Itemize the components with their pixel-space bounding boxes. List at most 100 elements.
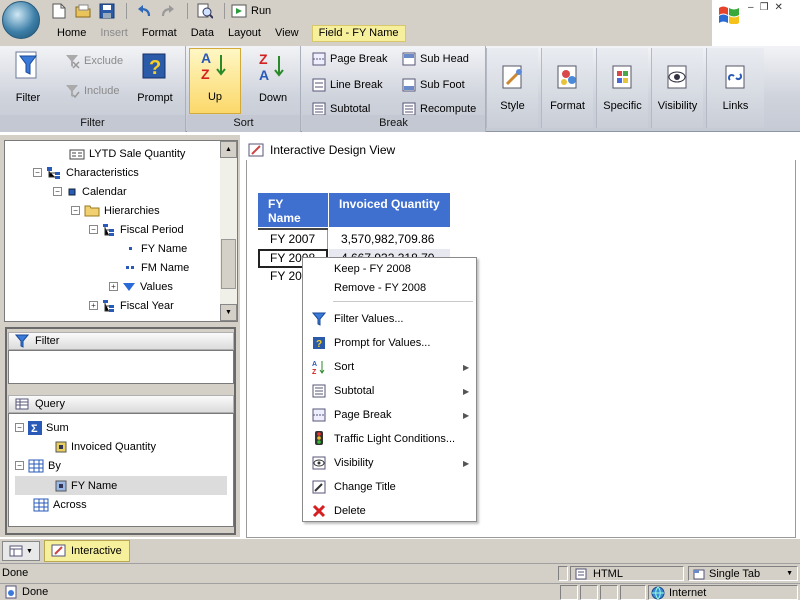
menu-format[interactable]: Format xyxy=(135,24,184,42)
query-across-node[interactable]: Across xyxy=(33,495,87,514)
measure-icon xyxy=(69,147,85,161)
tree-scrollbar[interactable]: ▲ ▼ xyxy=(220,141,237,321)
open-folder-icon[interactable] xyxy=(72,1,94,21)
column-header-invoiced-quantity[interactable]: Invoiced Quantity xyxy=(329,193,450,227)
menu-home[interactable]: Home xyxy=(50,24,93,42)
tab-interactive[interactable]: Interactive xyxy=(44,540,130,562)
table-cell-name[interactable]: FY 2007 xyxy=(258,230,328,249)
visibility-button[interactable]: Visibility xyxy=(651,48,703,128)
filter-button[interactable]: Filter xyxy=(6,50,50,110)
query-sum-field[interactable]: Invoiced Quantity xyxy=(55,437,156,456)
menu-item-sort[interactable]: A Z Sort ▶ xyxy=(304,356,475,378)
minimize-icon[interactable]: – xyxy=(748,2,754,13)
page-break-button[interactable]: Page Break xyxy=(312,50,387,68)
tree-item[interactable]: − Fiscal Period xyxy=(89,220,184,239)
tree-item[interactable]: + Values xyxy=(109,277,173,296)
sort-down-button[interactable]: ZA Down xyxy=(249,50,297,110)
query-by-field-selected[interactable] xyxy=(15,476,227,495)
tree-item[interactable]: + Fiscal Year xyxy=(89,296,174,315)
scroll-up-icon[interactable]: ▲ xyxy=(220,141,237,158)
menu-layout[interactable]: Layout xyxy=(221,24,268,42)
undo-icon[interactable] xyxy=(133,1,155,21)
view-switch-dropdown[interactable]: ▼ xyxy=(2,541,40,561)
tree-item[interactable]: − Characteristics xyxy=(33,163,139,182)
links-button[interactable]: Links xyxy=(706,48,764,128)
collapse-icon[interactable]: − xyxy=(89,225,98,234)
preview-icon[interactable] xyxy=(194,1,216,21)
subtotal-label: Subtotal xyxy=(330,103,371,115)
redo-icon[interactable] xyxy=(157,1,179,21)
scroll-down-icon[interactable]: ▼ xyxy=(220,304,237,321)
expand-icon[interactable]: + xyxy=(109,282,118,291)
menu-view[interactable]: View xyxy=(268,24,306,42)
bottom-tab-bar: ▼ Interactive xyxy=(0,538,800,563)
tree-item[interactable]: FM Name xyxy=(125,258,189,277)
hierarchy-level-icon xyxy=(102,223,116,237)
include-button[interactable]: Include xyxy=(64,82,119,100)
collapse-icon[interactable]: − xyxy=(15,461,24,470)
collapse-icon[interactable]: − xyxy=(53,187,62,196)
menu-data[interactable]: Data xyxy=(184,24,221,42)
app-globe-icon[interactable] xyxy=(2,1,40,39)
tree-item[interactable]: LYTD Sale Quantity xyxy=(69,144,185,163)
query-by-field-label: FY Name xyxy=(71,479,118,492)
toolbar-separator xyxy=(224,3,225,19)
query-by-field[interactable]: FY Name xyxy=(55,476,117,495)
table-cell-value[interactable]: 3,570,982,709.86 xyxy=(329,230,450,249)
menu-item-change-title[interactable]: Change Title xyxy=(304,476,475,498)
menu-item-filter-values[interactable]: Filter Values... xyxy=(304,308,475,330)
sub-foot-button[interactable]: Sub Foot xyxy=(402,76,465,94)
tree-item[interactable]: FY Name xyxy=(125,239,187,258)
filter-funnel-icon xyxy=(12,50,44,82)
line-break-button[interactable]: Line Break xyxy=(312,76,383,94)
sort-down-label: Down xyxy=(258,92,288,104)
security-zone-label: Internet xyxy=(669,586,707,599)
query-sum-node[interactable]: − Σ Sum xyxy=(15,418,69,437)
menu-item-delete[interactable]: Delete xyxy=(304,500,475,522)
sub-head-button[interactable]: Sub Head xyxy=(402,50,469,68)
subtotal-button[interactable]: Subtotal xyxy=(312,102,370,116)
sort-az-icon: AZ xyxy=(304,359,334,375)
tree-item[interactable]: − Hierarchies xyxy=(71,201,160,220)
sort-up-button[interactable]: AZ Up xyxy=(189,48,241,114)
menu-item-subtotal[interactable]: Subtotal ▶ xyxy=(304,380,475,402)
query-by-node[interactable]: − By xyxy=(15,456,61,475)
column-header-fy-name[interactable]: FY Name xyxy=(258,193,328,227)
tab-mode-selector[interactable]: Single Tab ▼ xyxy=(688,566,798,581)
scroll-thumb[interactable] xyxy=(221,239,236,289)
exclude-button[interactable]: Exclude xyxy=(64,52,123,70)
run-button[interactable]: Run xyxy=(231,1,271,21)
format-button[interactable]: Format xyxy=(541,48,593,128)
expand-icon[interactable]: + xyxy=(89,301,98,310)
save-icon[interactable] xyxy=(96,1,118,21)
specific-button[interactable]: Specific xyxy=(596,48,648,128)
close-icon[interactable]: ✕ xyxy=(775,2,783,13)
menu-insert[interactable]: Insert xyxy=(93,24,135,42)
collapse-icon[interactable]: − xyxy=(33,168,42,177)
menu-item-visibility[interactable]: Visibility ▶ xyxy=(304,452,475,474)
menu-item-traffic-light[interactable]: Traffic Light Conditions... xyxy=(304,428,475,450)
tree-item[interactable]: − Calendar xyxy=(53,182,127,201)
tab-field-context[interactable]: Field - FY Name xyxy=(311,24,406,42)
new-document-icon[interactable] xyxy=(48,1,70,21)
format-selector[interactable]: HTML xyxy=(570,566,684,581)
menu-item-page-break[interactable]: Page Break ▶ xyxy=(304,404,475,426)
window-controls: – ❐ ✕ xyxy=(748,2,783,13)
sort-up-label: Up xyxy=(207,91,223,103)
collapse-icon[interactable]: − xyxy=(15,423,24,432)
collapse-icon[interactable]: − xyxy=(71,206,80,215)
format-label: HTML xyxy=(593,567,623,580)
restore-icon[interactable]: ❐ xyxy=(760,2,769,13)
menu-item-remove[interactable]: Remove - FY 2008 xyxy=(304,277,475,299)
filter-drop-area[interactable] xyxy=(8,350,234,384)
tree-item-label: FM Name xyxy=(141,261,190,274)
break-group: Page Break Sub Head Line Break Sub Foot … xyxy=(302,46,486,132)
recompute-button[interactable]: Recompute xyxy=(402,102,476,116)
submenu-arrow-icon: ▶ xyxy=(463,410,470,420)
menu-item-label: Delete xyxy=(334,505,366,517)
prompt-button[interactable]: ? Prompt xyxy=(132,50,178,110)
style-button[interactable]: Style xyxy=(486,48,538,128)
menu-item-prompt[interactable]: ? Prompt for Values... xyxy=(304,332,475,354)
query-sum-label: Sum xyxy=(46,421,69,434)
include-label: Include xyxy=(84,85,120,97)
